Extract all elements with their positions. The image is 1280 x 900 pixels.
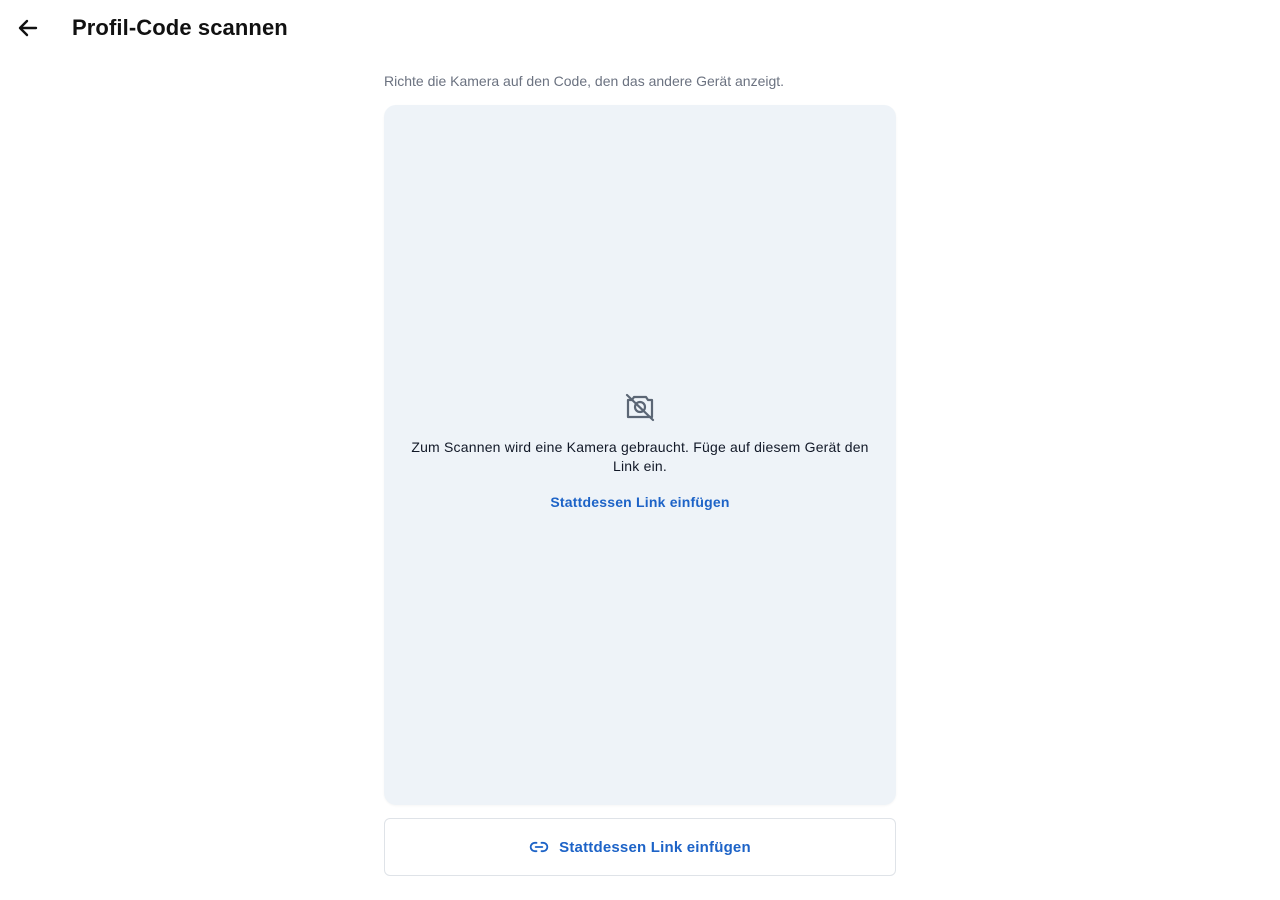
top-bar: Profil-Code scannen [0,0,1280,56]
back-button[interactable] [12,12,44,44]
paste-link-inline[interactable]: Stattdessen Link einfügen [550,494,729,510]
no-camera-notice: Zum Scannen wird eine Kamera gebraucht. … [384,391,896,512]
instruction-text: Richte die Kamera auf den Code, den das … [384,73,785,89]
camera-viewport: Zum Scannen wird eine Kamera gebraucht. … [384,105,896,805]
paste-link-button[interactable]: Stattdessen Link einfügen [384,818,896,876]
page-title: Profil-Code scannen [72,15,288,40]
paste-link-button-label: Stattdessen Link einfügen [559,838,751,856]
camera-off-icon [625,393,655,422]
arrow-left-icon [18,19,38,37]
scan-content: Richte die Kamera auf den Code, den das … [384,70,896,876]
no-camera-message: Zum Scannen wird eine Kamera gebraucht. … [411,439,869,474]
link-icon [529,841,549,853]
